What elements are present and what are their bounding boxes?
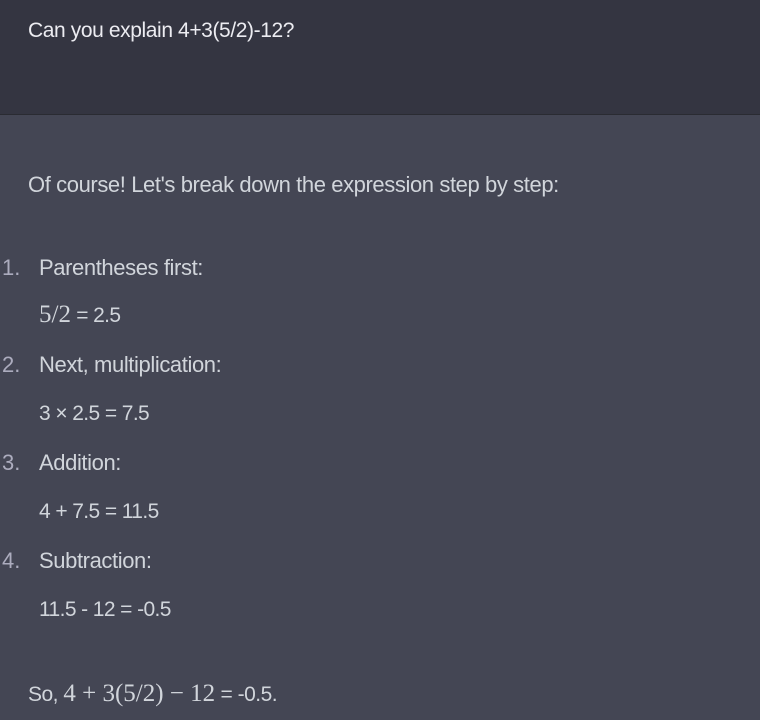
user-message-text: Can you explain 4+3(5/2)-12? [28, 19, 295, 42]
step-math: 3 × 2.5 = 7.5 [39, 402, 150, 425]
step-number: 2. [2, 352, 21, 377]
step-math: 4 + 7.5 = 11.5 [39, 500, 159, 523]
assistant-intro: Of course! Let's break down the expressi… [28, 172, 559, 197]
step-number: 3. [2, 450, 21, 475]
step-math: 5/2 = 2.5 [39, 301, 121, 329]
conclusion-tex: 4 + 3(5/2) − 12 [63, 680, 216, 707]
assistant-message: Of course! Let's break down the expressi… [0, 115, 760, 720]
conclusion-prefix: So, [28, 683, 64, 706]
step-label: Parentheses first: [39, 255, 203, 280]
step-label: Addition: [39, 450, 122, 475]
step-label: Next, multiplication: [39, 352, 222, 377]
step-label: Subtraction: [39, 548, 152, 573]
step-math: 11.5 - 12 = -0.5 [39, 598, 171, 621]
conclusion-suffix: = -0.5. [215, 683, 278, 706]
user-message: Can you explain 4+3(5/2)-12? [0, 0, 760, 115]
step-math-result: = 2.5 [70, 304, 121, 327]
step-number: 4. [2, 548, 21, 573]
assistant-conclusion: So, 4 + 3(5/2) − 12 = -0.5. [28, 680, 278, 708]
step-number: 1. [2, 255, 21, 280]
step-math-tex: 5/2 [39, 301, 71, 328]
